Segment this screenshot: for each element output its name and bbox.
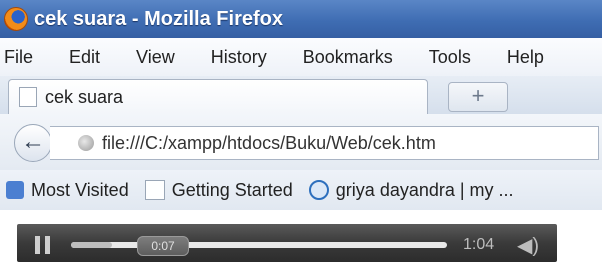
bookmark-most-visited[interactable]: Most Visited [31,180,129,201]
bookmark-griya-dayandra[interactable]: griya dayandra | my ... [336,180,514,201]
new-tab-button[interactable]: + [448,82,508,112]
seek-bar[interactable]: 0:07 [71,236,447,256]
pause-icon [35,236,40,254]
window-title: cek suara - Mozilla Firefox [34,7,283,30]
current-time: 0:07 [137,236,189,256]
audio-player: 0:07 1:04 ◀) [17,224,557,262]
menu-tools[interactable]: Tools [429,47,471,68]
page-icon [19,87,37,107]
most-visited-icon [6,181,24,199]
tab-cek-suara[interactable]: cek suara [8,79,428,114]
seek-progress [71,242,113,248]
globe-icon [78,135,94,151]
menu-bar: File Edit View History Bookmarks Tools H… [0,38,602,76]
wordpress-icon [308,180,329,200]
pause-button[interactable] [35,236,51,254]
duration: 1:04 [463,236,495,253]
tab-label: cek suara [45,86,124,107]
menu-edit[interactable]: Edit [69,47,100,68]
menu-history[interactable]: History [211,47,267,68]
url-bar[interactable]: file:///C:/xampp/htdocs/Buku/Web/cek.htm [50,126,599,160]
menu-view[interactable]: View [136,47,175,68]
menu-bookmarks[interactable]: Bookmarks [303,47,393,68]
firefox-logo-icon [4,7,28,31]
tab-strip: cek suara + [0,76,602,115]
bookmarks-toolbar: Most Visited Getting Started griya dayan… [0,170,602,210]
volume-icon[interactable]: ◀) [517,233,539,258]
menu-help[interactable]: Help [507,47,544,68]
back-button[interactable]: ← [14,124,52,162]
page-icon [144,180,165,200]
window-titlebar: cek suara - Mozilla Firefox [0,0,602,38]
url-text: file:///C:/xampp/htdocs/Buku/Web/cek.htm [102,132,436,153]
bookmark-getting-started[interactable]: Getting Started [172,180,293,201]
navigation-toolbar: ← file:///C:/xampp/htdocs/Buku/Web/cek.h… [0,114,602,170]
menu-file[interactable]: File [4,47,33,68]
